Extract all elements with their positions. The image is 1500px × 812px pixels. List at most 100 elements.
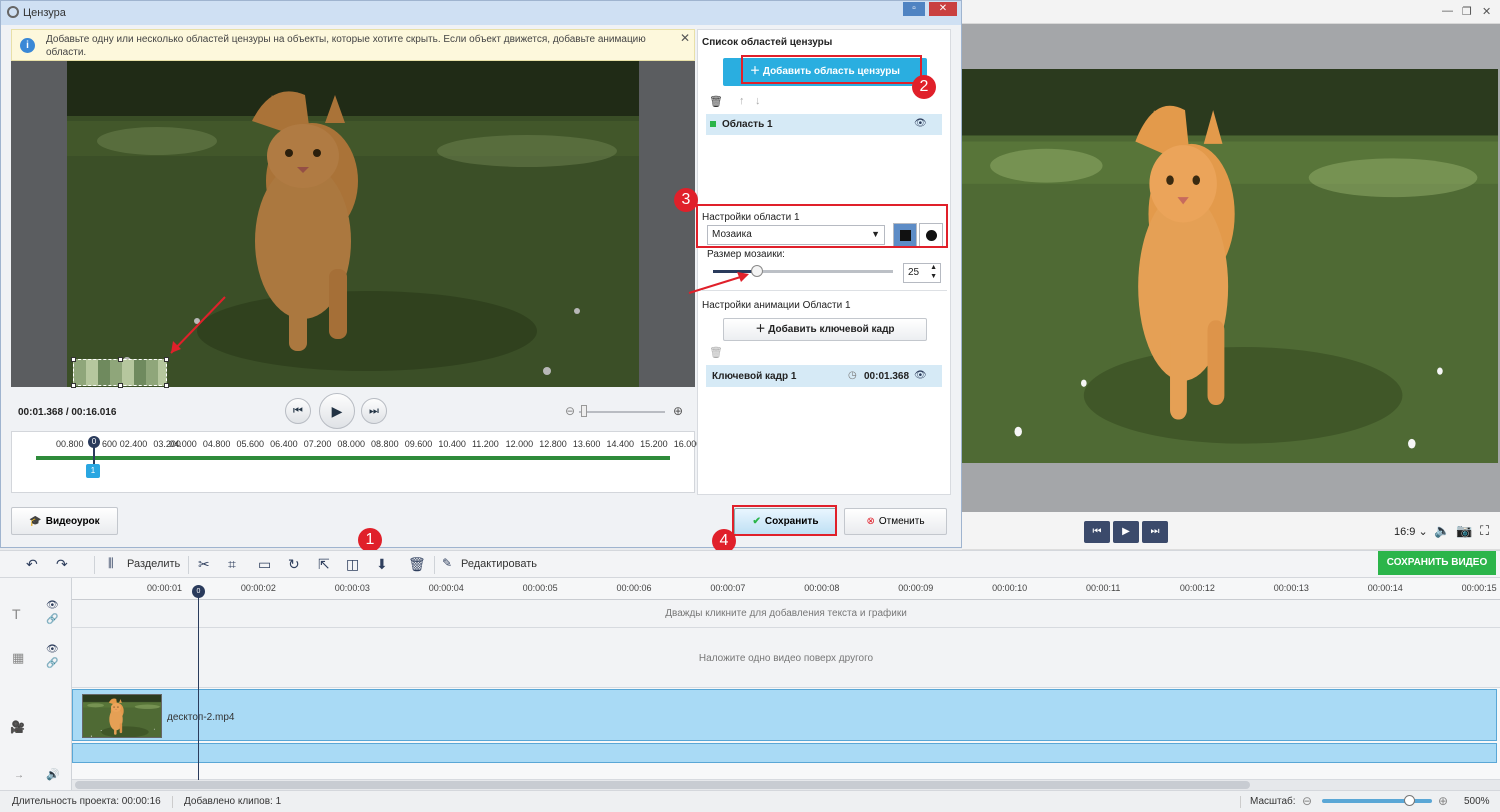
resize-handle[interactable] [71,357,76,362]
frame-icon[interactable]: ▭ [258,556,271,573]
dialog-timeline-tick-label: 00.800 [56,439,84,449]
overlay-track[interactable]: Наложите одно видео поверх другого [72,628,1500,688]
fullscreen-icon[interactable]: ⛶ [1480,523,1489,539]
area-list-item[interactable]: Область 1 👁 [706,114,942,135]
dialog-timeline-tick-label: 13.600 [572,439,601,449]
censor-icon[interactable]: ◫ [346,556,359,573]
mosaic-size-stepper[interactable]: 25 ▲ ▼ [903,263,941,283]
dialog-prev-button[interactable]: ⏮ [285,398,311,424]
ruler-label: 00:00:02 [240,583,276,593]
resize-handle[interactable] [164,383,169,388]
resize-handle[interactable] [118,357,123,362]
dialog-close-icon[interactable]: ✕ [929,2,957,16]
zoom-out-icon[interactable]: ⊖ [565,404,575,418]
stepper-up-icon[interactable]: ▲ [930,264,937,271]
dialog-timeline[interactable]: 00.800 600 02.400 03.200 04.000 04.800 05.600 0… [11,431,701,493]
timeline-playhead-knob[interactable]: 0 [192,585,205,598]
toolbar-divider [94,556,95,574]
dialog-timeline-tick-label: 14.400 [606,439,634,449]
info-bar: i Добавьте одну или несколько областей ц… [11,29,695,61]
ruler-label: 00:00:10 [992,583,1028,593]
redo-icon[interactable]: ↷ [56,556,68,573]
insert-marker-icon[interactable]: ⬇ [376,556,388,573]
crop-icon[interactable]: ⌗ [228,556,236,573]
prev-frame-button[interactable]: ⏮ [1084,521,1110,543]
move-down-icon[interactable]: ↓ [755,95,761,107]
timeline-scrollbar-thumb[interactable] [75,781,1250,789]
play-button[interactable]: ▶ [1113,521,1139,543]
zoom-in-icon[interactable]: ⊕ [1438,794,1448,808]
move-up-icon[interactable]: ↑ [739,95,745,107]
volume-icon[interactable]: 🔊 [46,768,60,781]
censor-mosaic-region[interactable] [71,357,169,388]
plus-icon: ＋ [755,324,769,335]
save-video-button[interactable]: СОХРАНИТЬ ВИДЕО [1378,551,1496,575]
cut-icon[interactable]: ✂ [198,556,210,573]
eye-icon[interactable]: 👁 [46,600,59,611]
preview-video-frame [962,69,1498,463]
zoom-in-icon[interactable]: ⊕ [673,404,683,418]
dialog-timeline-tick-label: 08.800 [371,439,399,449]
dialog-zoom-knob[interactable] [581,405,587,417]
export-frame-icon[interactable]: ⇱ [318,556,330,573]
annotation-badge: 2 [912,75,936,99]
keyframe-list-item[interactable]: Ключевой кадр 1 ◷ 00:01.368 👁 [706,365,942,387]
split-button[interactable]: Разделить [127,558,180,570]
cancel-button[interactable]: ⊗ Отменить [844,508,947,535]
info-close-icon[interactable]: ✕ [680,31,690,45]
ruler-label: 00:00:09 [898,583,934,593]
timeline-ruler[interactable]: 00:00:01 00:00:02 00:00:03 00:00:04 00:00:05… [72,578,1500,600]
link-icon[interactable]: 🔗 [46,614,58,625]
mosaic-size-value: 25 [908,267,920,278]
timeline-playhead[interactable] [198,586,199,782]
area-list-title: Список областей цензуры [702,37,833,48]
undo-icon[interactable]: ↶ [26,556,38,573]
aspect-ratio-select[interactable]: 16:9 ⌄ [1394,525,1428,538]
dialog-next-button[interactable]: ⏭ [361,398,387,424]
timeline-zoom-knob[interactable] [1404,795,1415,806]
video-lesson-button[interactable]: 🎓 Видеоурок [11,507,118,535]
split-icon[interactable]: ⫼ [108,556,114,571]
next-frame-button[interactable]: ⏭ [1142,521,1168,543]
eye-icon[interactable]: 👁 [914,118,927,129]
snapshot-icon[interactable]: 📷 [1456,523,1472,539]
volume-icon[interactable]: 🔈 [1434,523,1450,539]
annotation-box [741,55,922,84]
restore-icon[interactable]: ❐ [1462,5,1472,18]
dialog-timeline-track[interactable] [36,456,670,460]
clip-thumbnail [82,694,162,738]
dialog-timeline-tick-label: 09.600 [404,439,433,449]
aspect-ratio-value: 16:9 [1394,526,1416,538]
text-track[interactable]: Дважды кликните для добавления текста и … [72,600,1500,628]
video-clip[interactable]: десктоп-2.mp4 [72,689,1497,741]
annotation-badge: 3 [674,188,698,212]
link-icon[interactable]: 🔗 [46,658,58,669]
eye-icon[interactable]: 👁 [914,370,927,381]
trash-icon[interactable]: 🗑 [709,95,723,108]
delete-icon[interactable]: 🗑 [408,556,426,573]
mosaic-size-label: Размер мозаики: [707,249,785,260]
dialog-play-button[interactable]: ▶ [319,393,355,429]
edit-button[interactable]: Редактировать [461,558,537,570]
minimize-icon[interactable]: — [1442,5,1453,17]
dialog-app-icon [7,6,19,18]
dialog-restore-icon[interactable]: ▫ [903,2,925,16]
trash-icon[interactable]: 🗑 [709,346,723,359]
stepper-down-icon[interactable]: ▼ [930,273,937,280]
dialog-zoom-slider[interactable] [579,411,665,413]
clip-name: десктоп-2.mp4 [167,712,235,723]
timeline-zoom-slider[interactable] [1322,799,1432,803]
resize-handle[interactable] [118,383,123,388]
ruler-label: 00:00:04 [428,583,464,593]
close-icon[interactable]: ✕ [1482,5,1491,18]
edit-icon[interactable]: ✎ [442,556,452,570]
eye-icon[interactable]: 👁 [46,644,59,655]
audio-clip[interactable] [72,743,1497,763]
keyframe-marker[interactable]: 1 [86,464,100,478]
rotate-icon[interactable]: ↻ [288,556,300,573]
resize-handle[interactable] [71,383,76,388]
dialog-playhead[interactable]: 0 [88,436,100,448]
zoom-out-icon[interactable]: ⊖ [1302,794,1312,808]
add-keyframe-button[interactable]: ＋ Добавить ключевой кадр [723,318,927,341]
main-window-titlebar: — ❐ ✕ [962,0,1500,24]
